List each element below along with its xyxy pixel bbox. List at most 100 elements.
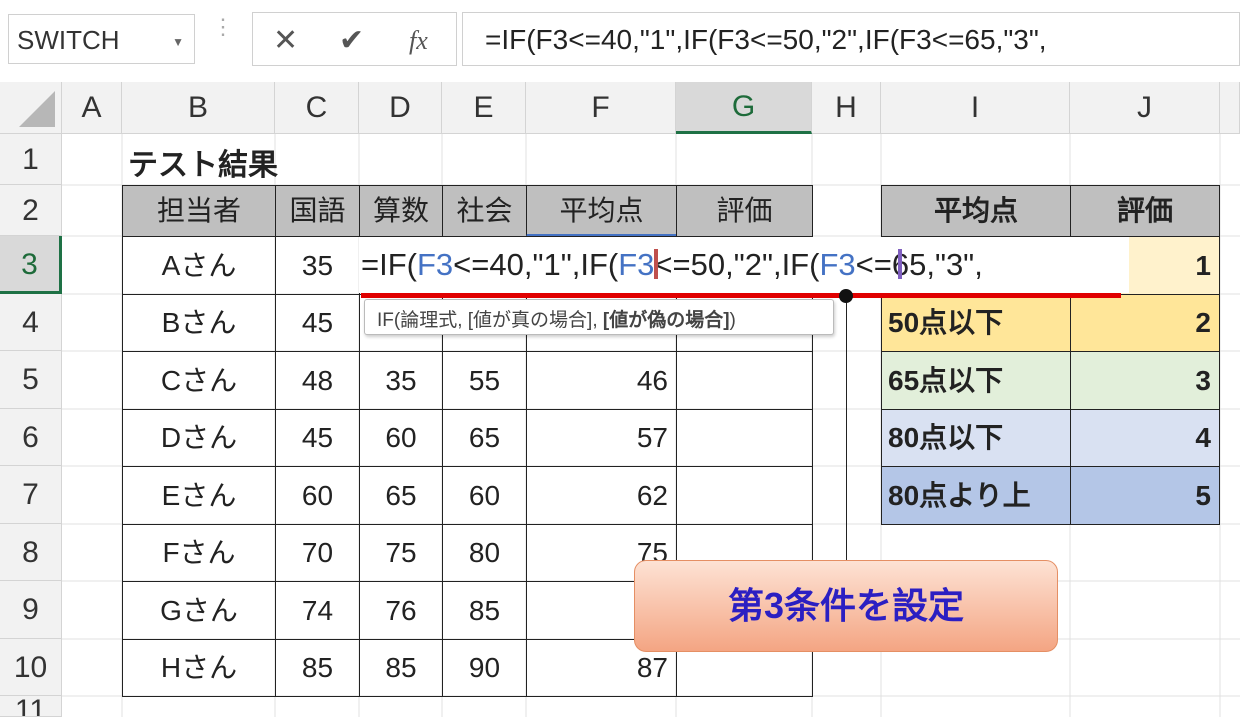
score-cell[interactable]: 74 xyxy=(275,581,360,640)
row-header-1[interactable]: 1 xyxy=(0,134,62,185)
name-box-value: SWITCH xyxy=(17,25,120,55)
function-tooltip: IF(論理式, [値が真の場合], [値が偽の場合]) xyxy=(364,299,834,335)
header-heikinten[interactable]: 平均点 xyxy=(526,185,677,237)
score-cell[interactable]: 85 xyxy=(359,639,443,697)
row-header-11[interactable]: 11 xyxy=(0,696,62,717)
name-cell[interactable]: Gさん xyxy=(122,581,276,640)
criteria-header-grade[interactable]: 評価 xyxy=(1070,185,1220,237)
criteria-label[interactable]: 50点以下 xyxy=(881,294,1071,352)
tooltip-current-arg: [値が偽の場合] xyxy=(602,310,730,331)
name-box[interactable]: SWITCH ▼ xyxy=(8,14,195,64)
name-cell[interactable]: Aさん xyxy=(122,236,276,295)
formula-buttons: ✕ ✔ fx xyxy=(252,12,457,66)
chevron-down-icon[interactable]: ▼ xyxy=(172,35,184,49)
column-header-f[interactable]: F xyxy=(526,82,676,134)
tooltip-text: ) xyxy=(729,310,736,331)
header-kokugo[interactable]: 国語 xyxy=(275,185,360,237)
avg-cell[interactable]: 46 xyxy=(526,351,677,410)
score-cell[interactable]: 80 xyxy=(442,524,527,582)
header-hyouka[interactable]: 評価 xyxy=(676,185,813,237)
paren-highlight xyxy=(898,249,902,279)
column-header-c[interactable]: C xyxy=(275,82,359,134)
header-shakai[interactable]: 社会 xyxy=(442,185,527,237)
callout-leader-line xyxy=(846,296,847,560)
criteria-header-avg[interactable]: 平均点 xyxy=(881,185,1071,237)
criteria-label[interactable]: 80点以下 xyxy=(881,409,1071,467)
row-header-5[interactable]: 5 xyxy=(0,351,62,409)
in-cell-formula-editor[interactable]: =IF(F3<=40,"1",IF(F3<=50,"2",IF(F3<=65,"… xyxy=(359,237,1129,293)
header-sansu[interactable]: 算数 xyxy=(359,185,443,237)
formula-part: <=50,"2",IF( xyxy=(654,247,820,282)
row-header-9[interactable]: 9 xyxy=(0,581,62,639)
grade-cell[interactable] xyxy=(676,409,813,467)
column-header-g[interactable]: G xyxy=(676,82,812,134)
row-header-7[interactable]: 7 xyxy=(0,466,62,524)
row-header-8[interactable]: 8 xyxy=(0,524,62,581)
grade-cell[interactable] xyxy=(676,466,813,525)
corner-triangle-icon xyxy=(19,91,55,127)
formula-part: =IF( xyxy=(361,247,417,282)
drag-handle-icon[interactable]: ⋮ xyxy=(212,16,234,38)
score-cell[interactable]: 60 xyxy=(442,466,527,525)
name-cell[interactable]: Fさん xyxy=(122,524,276,582)
formula-ref-f3: F3 xyxy=(618,247,655,282)
name-cell[interactable]: Cさん xyxy=(122,351,276,410)
score-cell[interactable]: 35 xyxy=(275,236,360,295)
score-cell[interactable]: 65 xyxy=(442,409,527,467)
score-cell[interactable]: 60 xyxy=(359,409,443,467)
row-header-4[interactable]: 4 xyxy=(0,294,62,351)
tooltip-text: IF(論理式, [値が真の場合], xyxy=(377,310,603,331)
header-tantousha[interactable]: 担当者 xyxy=(122,185,276,237)
row-header-3[interactable]: 3 xyxy=(0,236,62,294)
enter-icon[interactable]: ✔ xyxy=(339,23,364,58)
formula-bar[interactable]: =IF(F3<=40,"1",IF(F3<=50,"2",IF(F3<=65,"… xyxy=(462,12,1240,66)
column-header-k[interactable] xyxy=(1220,82,1240,134)
sheet-title[interactable]: テスト結果 xyxy=(128,140,278,184)
score-cell[interactable]: 55 xyxy=(442,351,527,410)
score-cell[interactable]: 76 xyxy=(359,581,443,640)
formula-part: <=40,"1",IF( xyxy=(453,247,619,282)
callout-anchor-dot xyxy=(839,289,853,303)
score-cell[interactable]: 45 xyxy=(275,409,360,467)
row-header-6[interactable]: 6 xyxy=(0,409,62,466)
column-header-e[interactable]: E xyxy=(442,82,526,134)
name-cell[interactable]: Eさん xyxy=(122,466,276,525)
score-cell[interactable]: 65 xyxy=(359,466,443,525)
criteria-value[interactable]: 4 xyxy=(1070,409,1220,467)
grade-cell[interactable] xyxy=(676,351,813,410)
criteria-value[interactable]: 3 xyxy=(1070,351,1220,410)
name-cell[interactable]: Bさん xyxy=(122,294,276,352)
criteria-label[interactable]: 65点以下 xyxy=(881,351,1071,410)
select-all-corner[interactable] xyxy=(0,82,62,134)
paren-highlight xyxy=(654,249,658,279)
score-cell[interactable]: 45 xyxy=(275,294,360,352)
score-cell[interactable]: 70 xyxy=(275,524,360,582)
score-cell[interactable]: 48 xyxy=(275,351,360,410)
column-header-d[interactable]: D xyxy=(359,82,442,134)
score-cell[interactable]: 35 xyxy=(359,351,443,410)
insert-function-icon[interactable]: fx xyxy=(409,26,428,56)
formula-ref-f3: F3 xyxy=(416,247,454,282)
row-header-2[interactable]: 2 xyxy=(0,185,62,236)
column-header-b[interactable]: B xyxy=(122,82,275,134)
formula-ref-f3: F3 xyxy=(819,247,856,282)
score-cell[interactable]: 75 xyxy=(359,524,443,582)
avg-cell[interactable]: 62 xyxy=(526,466,677,525)
column-header-i[interactable]: I xyxy=(881,82,1070,134)
score-cell[interactable]: 90 xyxy=(442,639,527,697)
row-header-10[interactable]: 10 xyxy=(0,639,62,696)
score-cell[interactable]: 60 xyxy=(275,466,360,525)
column-header-j[interactable]: J xyxy=(1070,82,1220,134)
avg-cell[interactable]: 57 xyxy=(526,409,677,467)
criteria-value[interactable]: 2 xyxy=(1070,294,1220,352)
score-cell[interactable]: 85 xyxy=(275,639,360,697)
score-cell[interactable]: 85 xyxy=(442,581,527,640)
criteria-value[interactable]: 5 xyxy=(1070,466,1220,525)
formula-part: <=65,"3", xyxy=(855,247,983,282)
column-header-a[interactable]: A xyxy=(62,82,122,134)
cancel-icon[interactable]: ✕ xyxy=(273,23,298,58)
column-header-h[interactable]: H xyxy=(812,82,881,134)
name-cell[interactable]: Dさん xyxy=(122,409,276,467)
criteria-label[interactable]: 80点より上 xyxy=(881,466,1071,525)
name-cell[interactable]: Hさん xyxy=(122,639,276,697)
